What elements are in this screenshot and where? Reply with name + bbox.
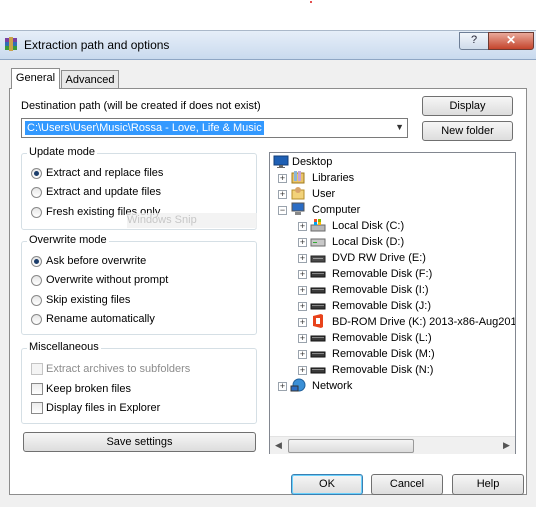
expand-icon[interactable]: + xyxy=(298,270,307,279)
expand-icon[interactable]: + xyxy=(298,350,307,359)
checkbox-label[interactable]: Display files in Explorer xyxy=(46,402,160,414)
tree-item-drive-m[interactable]: Removable Disk (M:) xyxy=(332,348,435,360)
ok-button[interactable]: OK xyxy=(291,474,363,495)
network-icon xyxy=(290,378,306,392)
radio-label[interactable]: Ask before overwrite xyxy=(46,255,146,267)
scroll-left-icon[interactable]: ◀ xyxy=(275,440,282,451)
tree-item-drive-k[interactable]: BD-ROM Drive (K:) 2013-x86-Aug2013 xyxy=(332,316,515,328)
tree-item-drive-n[interactable]: Removable Disk (N:) xyxy=(332,364,433,376)
tree-item-computer[interactable]: Computer xyxy=(312,204,360,216)
horizontal-scrollbar[interactable]: ◀ ▶ xyxy=(270,436,515,454)
dvd-drive-icon xyxy=(310,250,326,264)
tree-item-drive-l[interactable]: Removable Disk (L:) xyxy=(332,332,432,344)
desktop-icon xyxy=(273,155,289,169)
tree-item-libraries[interactable]: Libraries xyxy=(312,172,354,184)
stray-pixel xyxy=(310,1,312,3)
expand-icon[interactable]: + xyxy=(278,382,287,391)
checkbox-display-explorer[interactable] xyxy=(31,402,43,414)
window-title: Extraction path and options xyxy=(24,38,170,52)
collapse-icon[interactable]: − xyxy=(278,206,287,215)
removable-disk-icon xyxy=(310,282,326,296)
help-button[interactable]: Help xyxy=(452,474,524,495)
hard-drive-icon xyxy=(310,234,326,248)
checkbox-label[interactable]: Keep broken files xyxy=(46,383,131,395)
expand-icon[interactable]: + xyxy=(298,254,307,263)
title-bar[interactable]: Extraction path and options ? ✕ xyxy=(0,31,536,60)
radio-rename-auto[interactable] xyxy=(31,314,42,325)
user-folder-icon xyxy=(290,186,306,200)
removable-disk-icon xyxy=(310,362,326,376)
destination-combobox[interactable]: C:\Users\User\Music\Rossa - Love, Life &… xyxy=(21,118,408,138)
folder-tree[interactable]: Desktop + Libraries + User − Computer + … xyxy=(269,152,516,454)
computer-icon xyxy=(290,202,306,216)
destination-input[interactable]: C:\Users\User\Music\Rossa - Love, Life &… xyxy=(25,121,264,135)
radio-label[interactable]: Rename automatically xyxy=(46,313,155,325)
checkbox-extract-subfolders[interactable] xyxy=(31,363,43,375)
radio-label[interactable]: Overwrite without prompt xyxy=(46,274,168,286)
expand-icon[interactable]: + xyxy=(298,222,307,231)
help-caption-button[interactable]: ? xyxy=(459,32,489,50)
radio-extract-update[interactable] xyxy=(31,187,42,198)
expand-icon[interactable]: + xyxy=(298,238,307,247)
radio-skip-existing[interactable] xyxy=(31,295,42,306)
winrar-icon xyxy=(4,37,18,51)
save-settings-button[interactable]: Save settings xyxy=(23,432,256,452)
tree-item-drive-f[interactable]: Removable Disk (F:) xyxy=(332,268,432,280)
expand-icon[interactable]: + xyxy=(298,318,307,327)
tree-item-drive-i[interactable]: Removable Disk (I:) xyxy=(332,284,429,296)
removable-disk-icon xyxy=(310,266,326,280)
expand-icon[interactable]: + xyxy=(278,190,287,199)
tree-item-drive-j[interactable]: Removable Disk (J:) xyxy=(332,300,431,312)
tree-item-user[interactable]: User xyxy=(312,188,335,200)
cancel-button[interactable]: Cancel xyxy=(371,474,443,495)
tree-item-drive-c[interactable]: Local Disk (C:) xyxy=(332,220,404,232)
removable-disk-icon xyxy=(310,298,326,312)
expand-icon[interactable]: + xyxy=(278,174,287,183)
radio-fresh-existing[interactable] xyxy=(31,207,42,218)
tree-item-desktop[interactable]: Desktop xyxy=(292,156,332,168)
expand-icon[interactable]: + xyxy=(298,302,307,311)
snip-overlay-text: Windows Snip xyxy=(127,213,257,228)
dropdown-arrow-icon[interactable]: ▼ xyxy=(395,122,404,132)
radio-ask-before[interactable] xyxy=(31,256,42,267)
update-mode-title: Update mode xyxy=(27,146,98,158)
radio-label[interactable]: Extract and update files xyxy=(46,186,161,198)
radio-overwrite-without-prompt[interactable] xyxy=(31,275,42,286)
removable-disk-icon xyxy=(310,346,326,360)
destination-label: Destination path (will be created if doe… xyxy=(21,100,261,112)
overwrite-mode-title: Overwrite mode xyxy=(27,234,109,246)
checkbox-keep-broken[interactable] xyxy=(31,383,43,395)
tree-item-drive-e[interactable]: DVD RW Drive (E:) xyxy=(332,252,426,264)
expand-icon[interactable]: + xyxy=(298,366,307,375)
new-folder-button[interactable]: New folder xyxy=(422,121,513,141)
removable-disk-icon xyxy=(310,330,326,344)
checkbox-label[interactable]: Extract archives to subfolders xyxy=(46,363,190,375)
tab-general[interactable]: General xyxy=(11,68,60,89)
close-button[interactable]: ✕ xyxy=(488,32,534,50)
tree-item-drive-d[interactable]: Local Disk (D:) xyxy=(332,236,404,248)
radio-label[interactable]: Extract and replace files xyxy=(46,167,163,179)
expand-icon[interactable]: + xyxy=(298,286,307,295)
expand-icon[interactable]: + xyxy=(298,334,307,343)
radio-extract-replace[interactable] xyxy=(31,168,42,179)
display-button[interactable]: Display xyxy=(422,96,513,116)
libraries-icon xyxy=(290,170,306,184)
tab-advanced[interactable]: Advanced xyxy=(61,70,119,89)
radio-label[interactable]: Skip existing files xyxy=(46,294,130,306)
system-drive-icon xyxy=(310,218,326,232)
scroll-right-icon[interactable]: ▶ xyxy=(503,440,510,451)
tree-item-network[interactable]: Network xyxy=(312,380,352,392)
miscellaneous-title: Miscellaneous xyxy=(27,341,101,353)
scroll-thumb[interactable] xyxy=(288,439,414,453)
office-disc-icon xyxy=(310,314,326,328)
